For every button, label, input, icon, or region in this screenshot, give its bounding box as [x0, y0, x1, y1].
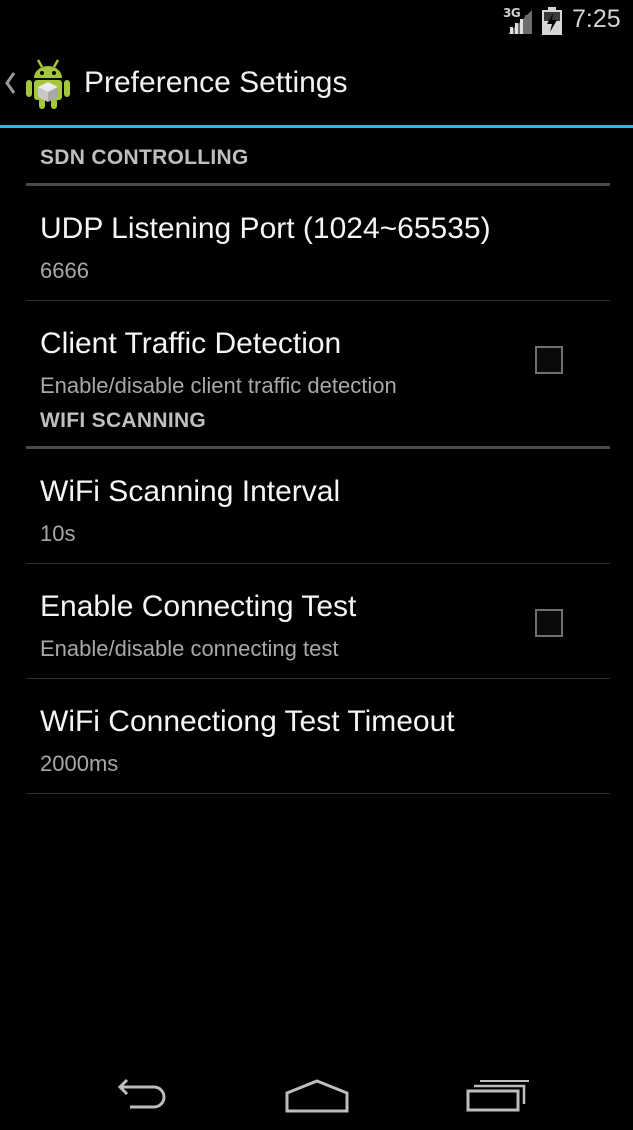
category-label: SDN CONTROLLING — [40, 146, 249, 169]
status-bar: 3G 7:25 — [0, 0, 633, 42]
back-icon — [108, 1078, 170, 1117]
pref-udp-listening-port[interactable]: UDP Listening Port (1024~65535) 6666 — [0, 186, 633, 301]
back-button[interactable] — [99, 1076, 179, 1120]
page-title: Preference Settings — [84, 66, 348, 99]
pref-summary: 6666 — [40, 258, 89, 283]
pref-title: Client Traffic Detection — [40, 327, 342, 360]
home-icon — [284, 1078, 350, 1118]
battery-icon — [541, 7, 563, 39]
recents-button[interactable] — [457, 1076, 537, 1120]
pref-title: WiFi Connectiong Test Timeout — [40, 705, 455, 738]
pref-summary: Enable/disable connecting test — [40, 636, 339, 661]
pref-summary: 10s — [40, 521, 76, 546]
pref-title: UDP Listening Port (1024~65535) — [40, 212, 491, 245]
category-label: WIFI SCANNING — [40, 409, 207, 432]
recents-icon — [465, 1079, 529, 1117]
pref-summary: 2000ms — [40, 751, 119, 776]
pref-wifi-connecting-test-timeout[interactable]: WiFi Connectiong Test Timeout 2000ms — [0, 679, 633, 794]
pref-enable-connecting-test[interactable]: Enable Connecting Test Enable/disable co… — [0, 564, 633, 679]
up-caret-icon[interactable] — [3, 70, 17, 100]
preference-list: SDN CONTROLLING UDP Listening Port (1024… — [0, 128, 633, 794]
pref-title: WiFi Scanning Interval — [40, 475, 341, 508]
row-divider — [26, 793, 610, 794]
client-traffic-checkbox[interactable] — [535, 346, 563, 374]
action-bar: Preference Settings — [0, 42, 633, 126]
pref-wifi-scanning-interval[interactable]: WiFi Scanning Interval 10s — [0, 449, 633, 564]
category-wifi-scanning: WIFI SCANNING — [0, 391, 633, 449]
home-button[interactable] — [277, 1076, 357, 1120]
category-sdn-controlling: SDN CONTROLLING — [0, 128, 633, 186]
status-clock: 7:25 — [572, 5, 621, 33]
signal-icon — [506, 8, 534, 38]
pref-title: Enable Connecting Test — [40, 590, 357, 623]
connecting-test-checkbox[interactable] — [535, 609, 563, 637]
android-app-icon[interactable] — [24, 58, 72, 114]
navigation-bar — [0, 1062, 633, 1130]
